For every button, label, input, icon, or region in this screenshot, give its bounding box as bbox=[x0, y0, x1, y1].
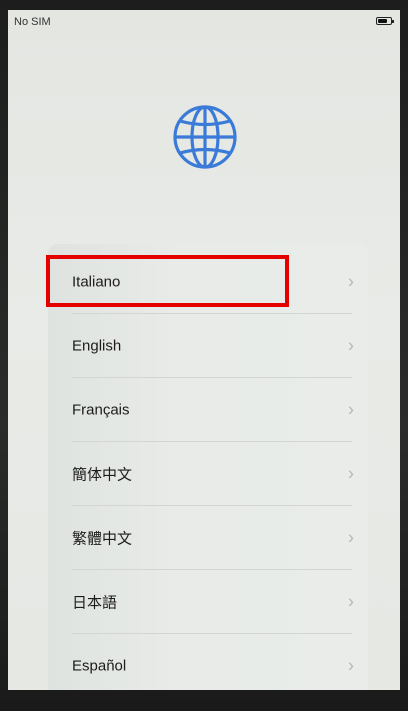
phone-screen: No SIM Italiano › English › Français › 簡… bbox=[8, 10, 400, 690]
globe-icon bbox=[173, 105, 237, 169]
language-item-traditional-chinese[interactable]: 繁體中文 › bbox=[48, 506, 368, 570]
language-item-italiano[interactable]: Italiano › bbox=[48, 250, 368, 314]
battery-icon bbox=[376, 17, 394, 25]
language-list: Italiano › English › Français › 簡体中文 › 繁… bbox=[48, 244, 368, 690]
chevron-right-icon: › bbox=[348, 463, 354, 484]
language-item-english[interactable]: English › bbox=[48, 314, 368, 378]
language-item-francais[interactable]: Français › bbox=[48, 378, 368, 442]
language-label: Italiano bbox=[72, 273, 121, 291]
chevron-right-icon: › bbox=[348, 527, 354, 548]
language-label: English bbox=[72, 337, 122, 355]
chevron-right-icon: › bbox=[348, 399, 354, 420]
language-label: Français bbox=[72, 401, 130, 419]
chevron-right-icon: › bbox=[348, 591, 354, 612]
chevron-right-icon: › bbox=[348, 335, 354, 356]
carrier-label: No SIM bbox=[14, 16, 51, 28]
language-item-simplified-chinese[interactable]: 簡体中文 › bbox=[48, 442, 368, 506]
language-item-espanol[interactable]: Español › bbox=[48, 634, 368, 690]
chevron-right-icon: › bbox=[348, 655, 354, 676]
language-label: 繁體中文 bbox=[72, 530, 133, 548]
status-bar: No SIM bbox=[8, 10, 400, 32]
language-label: 日本語 bbox=[72, 594, 118, 612]
language-label: Español bbox=[72, 657, 127, 675]
language-item-japanese[interactable]: 日本語 › bbox=[48, 570, 368, 634]
language-label: 簡体中文 bbox=[72, 466, 133, 484]
chevron-right-icon: › bbox=[348, 271, 354, 292]
